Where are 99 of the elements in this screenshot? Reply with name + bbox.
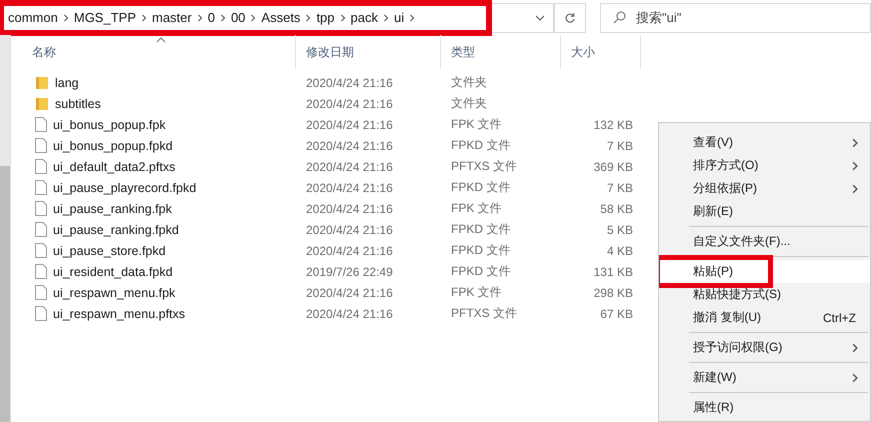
folder-icon [35,96,49,110]
file-type: FPK 文件 [450,284,503,301]
modified-date: 2020/4/24 21:16 [305,202,394,216]
menu-item[interactable]: 属性(R) [659,396,870,419]
column-header[interactable]: 大小 [561,35,641,69]
file-name[interactable]: ui_bonus_popup.fpkd [53,138,173,152]
menu-item[interactable]: 自定义文件夹(F)... [659,230,870,253]
chevron-icon [218,14,227,22]
modified-date: 2020/4/24 21:16 [305,76,394,90]
modified-date: 2020/4/24 21:16 [305,244,394,258]
modified-date: 2020/4/24 21:16 [305,306,394,320]
file-icon [35,201,47,216]
column-header[interactable]: 名称 [22,35,296,69]
menu-item[interactable]: 粘贴快捷方式(S) [659,283,870,306]
chevron-icon [338,14,347,22]
chevron-icon [249,14,258,22]
file-name[interactable]: ui_pause_store.fpkd [53,244,166,258]
search-bar[interactable]: 搜索"ui" [600,2,871,32]
menu-item[interactable]: 粘贴(P) [659,260,870,283]
file-type: FPK 文件 [450,116,503,133]
file-size: 58 KB [599,202,634,216]
menu-item[interactable]: 排序方式(O) [659,154,870,177]
modified-date: 2020/4/24 21:16 [305,96,394,110]
modified-date: 2020/4/24 21:16 [305,138,394,152]
modified-date: 2020/4/24 21:16 [305,180,394,194]
file-size: 7 KB [606,138,634,152]
file-type: FPKD 文件 [450,221,512,238]
file-name[interactable]: subtitles [55,96,101,110]
modified-date: 2019/7/26 22:49 [305,264,394,278]
breadcrumb-item[interactable]: Assets [257,10,304,25]
file-icon [35,117,47,132]
file-type: 文件夹 [450,74,488,91]
file-icon [35,222,47,237]
breadcrumb-item[interactable]: master [148,10,196,25]
file-icon [35,180,47,195]
file-icon [35,306,47,321]
chevron-icon [140,14,148,22]
file-size: 67 KB [599,306,634,320]
menu-item[interactable]: 分组依据(P) [659,177,870,200]
file-type: FPK 文件 [450,200,503,217]
column-header[interactable]: 修改日期 [296,35,441,69]
breadcrumb-item[interactable]: 00 [226,10,250,25]
modified-date: 2020/4/24 21:16 [305,222,394,236]
file-type: 文件夹 [450,95,488,112]
chevron-icon [304,14,312,22]
shortcut-text: Ctrl+Z [823,310,856,324]
file-icon [35,264,47,279]
file-name[interactable]: ui_respawn_menu.pftxs [53,306,186,320]
file-size: 131 KB [592,264,634,278]
file-type: PFTXS 文件 [450,305,518,322]
file-name[interactable]: ui_bonus_popup.fpk [53,118,166,132]
menu-item[interactable]: 刷新(E) [659,200,870,223]
file-icon [35,159,47,174]
file-size: 4 KB [606,244,634,258]
file-icon [35,285,47,300]
file-name[interactable]: ui_pause_playrecord.fpkd [53,180,196,194]
file-type: FPKD 文件 [450,137,512,154]
chevron-icon [382,14,390,22]
file-name[interactable]: ui_respawn_menu.fpk [53,286,176,300]
breadcrumb-item[interactable]: MGS_TPP [70,10,140,25]
chevron-icon [408,14,416,22]
file-name[interactable]: ui_pause_ranking.fpkd [53,222,179,236]
file-size: 298 KB [592,286,634,300]
modified-date: 2020/4/24 21:16 [305,160,394,174]
file-type: FPKD 文件 [450,263,512,280]
scrollbar-thumb[interactable] [0,166,10,422]
breadcrumb-item[interactable]: 0 [204,10,219,25]
modified-date: 2020/4/24 21:16 [305,118,394,132]
menu-item[interactable]: 撤消 复制(U) Ctrl+Z [659,306,870,329]
chevron-icon [196,14,204,22]
file-type: FPKD 文件 [450,242,512,259]
file-size: 7 KB [606,180,634,194]
breadcrumb-item[interactable]: ui [390,10,408,25]
file-size: 5 KB [606,222,634,236]
file-type: FPKD 文件 [450,179,512,196]
refresh-button[interactable] [554,2,586,32]
breadcrumb-item[interactable]: common [4,10,62,25]
file-name[interactable]: ui_default_data2.pftxs [53,160,176,174]
dropdown-icon[interactable] [535,14,545,20]
file-name[interactable]: ui_pause_ranking.fpk [53,202,172,216]
folder-icon [35,76,49,90]
chevron-icon [62,14,70,22]
modified-date: 2020/4/24 21:16 [305,286,394,300]
refresh-icon [564,12,576,24]
file-icon [35,243,47,258]
file-size: 132 KB [592,118,634,132]
address-bar[interactable]: common MGS_TPP master 0 00 Assets tpp pack ui [0,0,492,36]
file-name[interactable]: ui_resident_data.fpkd [53,264,173,278]
breadcrumb-item[interactable]: pack [346,10,382,25]
menu-item[interactable]: 授予访问权限(G) [659,336,870,359]
file-type: PFTXS 文件 [450,158,518,175]
search-icon [613,11,626,24]
file-size: 369 KB [592,160,634,174]
column-header[interactable]: 类型 [441,35,561,69]
menu-item[interactable]: 新建(W) [659,366,870,389]
breadcrumb-item[interactable]: tpp [312,10,339,25]
file-name[interactable]: lang [55,76,79,90]
menu-item[interactable]: 查看(V) [659,131,870,154]
file-icon [35,138,47,153]
